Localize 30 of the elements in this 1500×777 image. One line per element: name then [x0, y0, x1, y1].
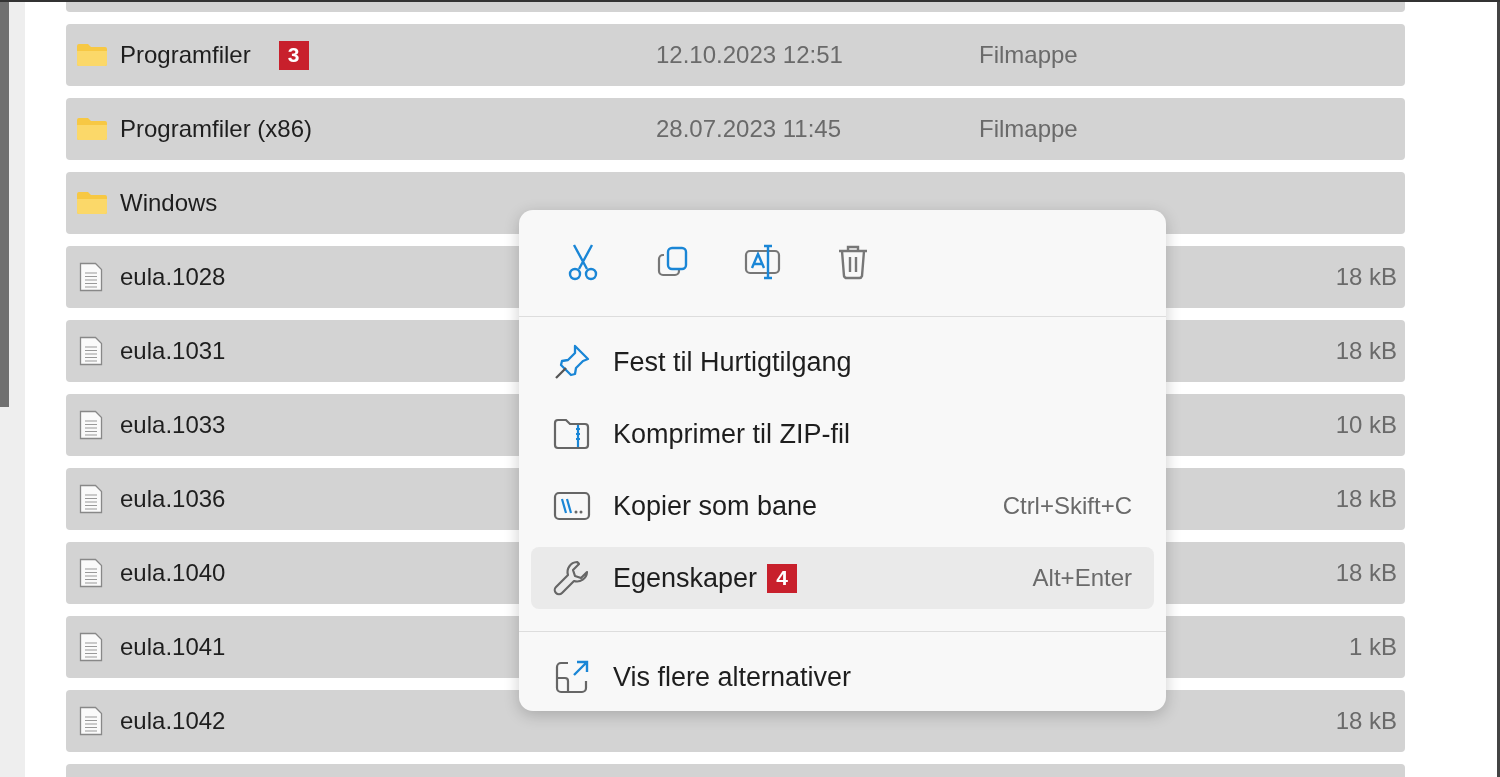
- file-size: 18 kB: [1335, 485, 1397, 512]
- file-type: Filmappe: [979, 41, 1078, 68]
- file-name: eula.1041: [120, 633, 226, 661]
- file-size: 1 kB: [1348, 633, 1397, 660]
- file-name: eula.1042: [120, 707, 226, 735]
- file-size: 18 kB: [1335, 707, 1397, 734]
- menu-item-label: Fest til Hurtigtilgang: [613, 346, 852, 378]
- file-name: Programfiler: [120, 41, 251, 69]
- file-name: Windows: [120, 189, 218, 217]
- shortcut-text: Alt+Enter: [1032, 564, 1132, 592]
- step-number: 4: [767, 563, 798, 593]
- menu-item-label: Komprimer til ZIP-fil: [613, 418, 850, 450]
- shortcut-text: Ctrl+Skift+C: [1002, 492, 1132, 520]
- file-size: 18 kB: [1335, 337, 1397, 364]
- menu-item-label: Vis flere alternativer: [613, 661, 852, 693]
- date-modified: 12.10.2023 12:51: [656, 41, 843, 68]
- menu-item-label: Kopier som bane: [613, 490, 818, 522]
- file-size: 18 kB: [1335, 559, 1397, 586]
- file-name: Programfiler (x86): [120, 115, 313, 143]
- file-size: 10 kB: [1335, 411, 1397, 438]
- file-name: eula.1031: [120, 337, 226, 365]
- file-size: 18 kB: [1335, 263, 1397, 290]
- file-name: eula.1033: [120, 411, 226, 439]
- file-type: Filmappe: [979, 115, 1078, 142]
- file-name: eula.1028: [120, 263, 226, 291]
- step-number: 3: [278, 40, 309, 70]
- date-modified: 28.07.2023 11:45: [656, 115, 842, 142]
- file-name: eula.1036: [120, 485, 226, 513]
- menu-item-label: Egenskaper: [613, 562, 758, 594]
- file-name: eula.1040: [120, 559, 226, 587]
